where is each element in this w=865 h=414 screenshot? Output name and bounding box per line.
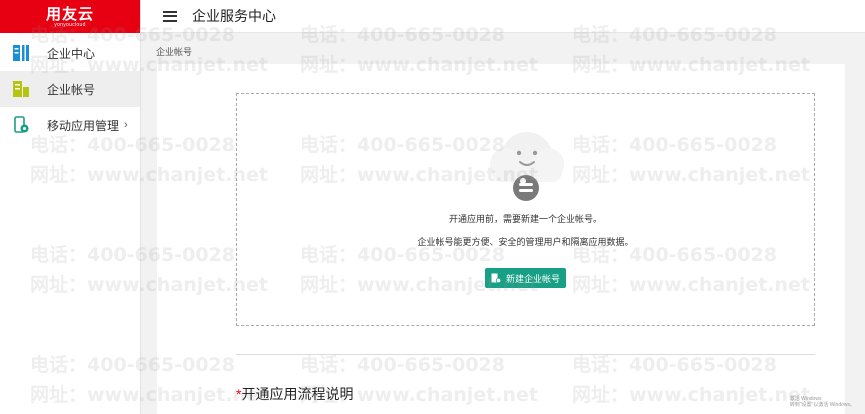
sidebar-item-label: 企业中心: [47, 46, 96, 61]
section-title-text: 开通应用流程说明: [241, 386, 354, 402]
top-bar: 企业服务中心: [141, 0, 865, 33]
enterprise-account-icon: [12, 80, 30, 98]
empty-state-box: 开通应用前，需要新建一个企业帐号。 企业帐号能更方便、安全的管理用户和隔离应用数…: [236, 93, 815, 326]
main-content: 开通应用前，需要新建一个企业帐号。 企业帐号能更方便、安全的管理用户和隔离应用数…: [157, 64, 845, 414]
logo-subtext: yonyoucloud: [54, 21, 86, 28]
breadcrumb: 企业帐号: [156, 47, 193, 57]
activation-hint: 转到"设置"以激活 Windows。: [789, 402, 855, 408]
empty-state-message: 开通应用前，需要新建一个企业帐号。: [448, 214, 602, 224]
sidebar-item-label: 移动应用管理: [47, 118, 120, 133]
process-section-title: *开通应用流程说明: [236, 384, 353, 404]
mobile-app-icon: [12, 116, 30, 134]
logo-text: 用友云: [45, 4, 94, 23]
sidebar-item-mobile-app-management[interactable]: 移动应用管理 ›: [0, 107, 140, 143]
enterprise-center-icon: [12, 44, 30, 62]
divider: [236, 354, 815, 355]
page-title: 企业服务中心: [192, 8, 276, 24]
logo[interactable]: 用友云 yonyoucloud: [0, 0, 140, 33]
sidebar-item-enterprise-center[interactable]: 企业中心: [0, 35, 140, 71]
empty-state-description: 企业帐号能更方便、安全的管理用户和隔离应用数据。: [417, 237, 634, 247]
chevron-right-icon: ›: [124, 119, 128, 131]
menu-toggle-icon[interactable]: [163, 10, 177, 22]
sidebar-item-label: 企业帐号: [47, 82, 96, 97]
sidebar-item-enterprise-account[interactable]: 企业帐号: [0, 71, 140, 107]
account-add-icon: [491, 273, 501, 283]
create-enterprise-account-button[interactable]: 新建企业帐号: [485, 268, 566, 288]
sidebar: 用友云 yonyoucloud 企业中心 企业帐号 移动应用管理 ›: [0, 0, 141, 414]
create-button-label: 新建企业帐号: [505, 273, 560, 284]
cloud-face-icon: [490, 132, 564, 201]
activation-notice: 激活 Windows 转到"设置"以激活 Windows。: [790, 396, 855, 408]
